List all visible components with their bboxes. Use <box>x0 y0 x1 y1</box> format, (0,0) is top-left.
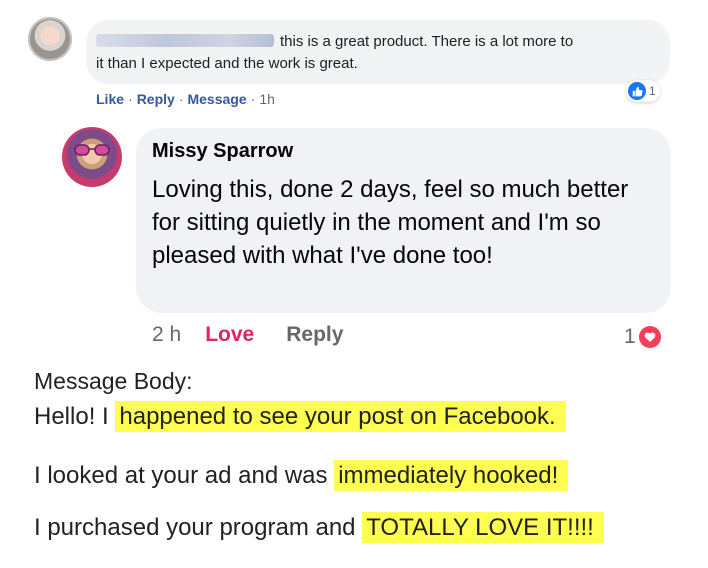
commenter-avatar[interactable] <box>62 127 122 187</box>
reaction-count: 1 <box>624 325 636 348</box>
message-text: I looked at your ad and was <box>34 462 335 489</box>
reply-button[interactable]: Reply <box>286 323 343 347</box>
highlighted-text: immediately hooked! <box>334 460 569 491</box>
highlighted-text: happened to see your post on Facebook. <box>115 401 566 432</box>
message-button[interactable]: Message <box>187 91 246 107</box>
message-body-label: Message Body: <box>34 368 193 394</box>
comment-author[interactable]: Missy Sparrow <box>152 140 293 163</box>
highlighted-text: TOTALLY LOVE IT!!!! <box>362 512 604 543</box>
thumbs-up-icon <box>628 82 646 100</box>
message-text: I purchased your program and <box>34 514 363 541</box>
heart-icon <box>638 326 661 348</box>
sunglasses-decoration <box>74 144 110 156</box>
love-button[interactable]: Love <box>205 323 254 347</box>
reaction-count-badge[interactable]: 1 <box>624 325 661 349</box>
comment-text: Loving this, done 2 days, feel so much b… <box>152 176 629 269</box>
like-button[interactable]: Like <box>96 91 124 107</box>
comment-text: this is a great product. There is a lot … <box>86 31 656 75</box>
commenter-avatar[interactable] <box>28 17 72 61</box>
message-line: Hello! I happened to see your post on Fa… <box>34 401 566 432</box>
comment-text-line-2: it than I expected and the work is great… <box>96 55 358 72</box>
timestamp[interactable]: 2 h <box>152 323 181 347</box>
separator: · <box>250 91 256 107</box>
separator: · <box>178 91 184 107</box>
reaction-count: 1 <box>649 84 656 98</box>
message-text: Hello! I <box>34 403 116 430</box>
separator: · <box>128 91 133 107</box>
reply-button[interactable]: Reply <box>137 91 175 107</box>
timestamp: 1h <box>259 91 275 107</box>
comment-actions: Like · Reply · Message · 1h <box>96 91 275 107</box>
comment-text-line-1: this is a great product. There is a lot … <box>280 33 574 50</box>
reaction-count-badge[interactable]: 1 <box>626 80 660 102</box>
comment-actions: 2 h Love Reply <box>152 323 343 347</box>
message-line: I purchased your program and TOTALLY LOV… <box>34 512 604 543</box>
message-line: I looked at your ad and was immediately … <box>34 460 569 491</box>
